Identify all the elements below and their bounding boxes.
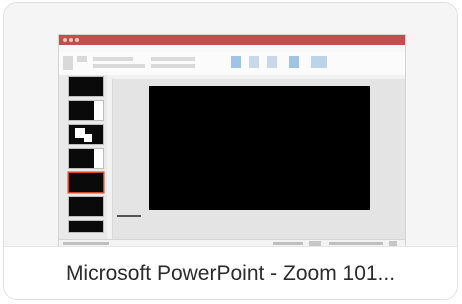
slide-thumbnail[interactable] <box>69 197 103 216</box>
speaker-notes-area <box>117 213 141 218</box>
slide-thumbnail[interactable] <box>69 221 103 232</box>
window-titlebar <box>59 35 405 45</box>
close-window-icon <box>63 38 67 42</box>
slide-thumbnail[interactable] <box>69 149 103 168</box>
powerpoint-screenshot <box>59 35 405 248</box>
file-card[interactable]: Microsoft PowerPoint - Zoom 101... <box>3 2 458 300</box>
slide-thumbnails-pane <box>59 75 108 240</box>
paragraph-controls-2 <box>151 64 195 68</box>
paste-icon <box>63 56 73 70</box>
file-name-label[interactable]: Microsoft PowerPoint - Zoom 101... <box>4 246 457 299</box>
slide-thumbnail[interactable] <box>69 125 103 144</box>
paragraph-controls <box>151 57 195 61</box>
slide-thumbnail[interactable] <box>69 101 103 120</box>
ribbon-toolbar <box>59 52 405 76</box>
file-thumbnail <box>4 3 457 248</box>
designer-icon <box>289 56 299 68</box>
quick-styles-icon <box>267 56 277 68</box>
font-controls <box>93 57 133 61</box>
slide-thumbnail-selected[interactable] <box>69 173 103 192</box>
shapes-icon <box>231 56 241 68</box>
zoom-window-icon <box>75 38 79 42</box>
arrange-icon <box>249 56 259 68</box>
design-ideas-icon <box>311 56 327 68</box>
slide-thumbnail[interactable] <box>69 77 103 96</box>
current-slide[interactable] <box>149 86 370 210</box>
format-controls <box>93 64 145 68</box>
new-slide-icon <box>77 56 87 62</box>
minimize-window-icon <box>69 38 73 42</box>
